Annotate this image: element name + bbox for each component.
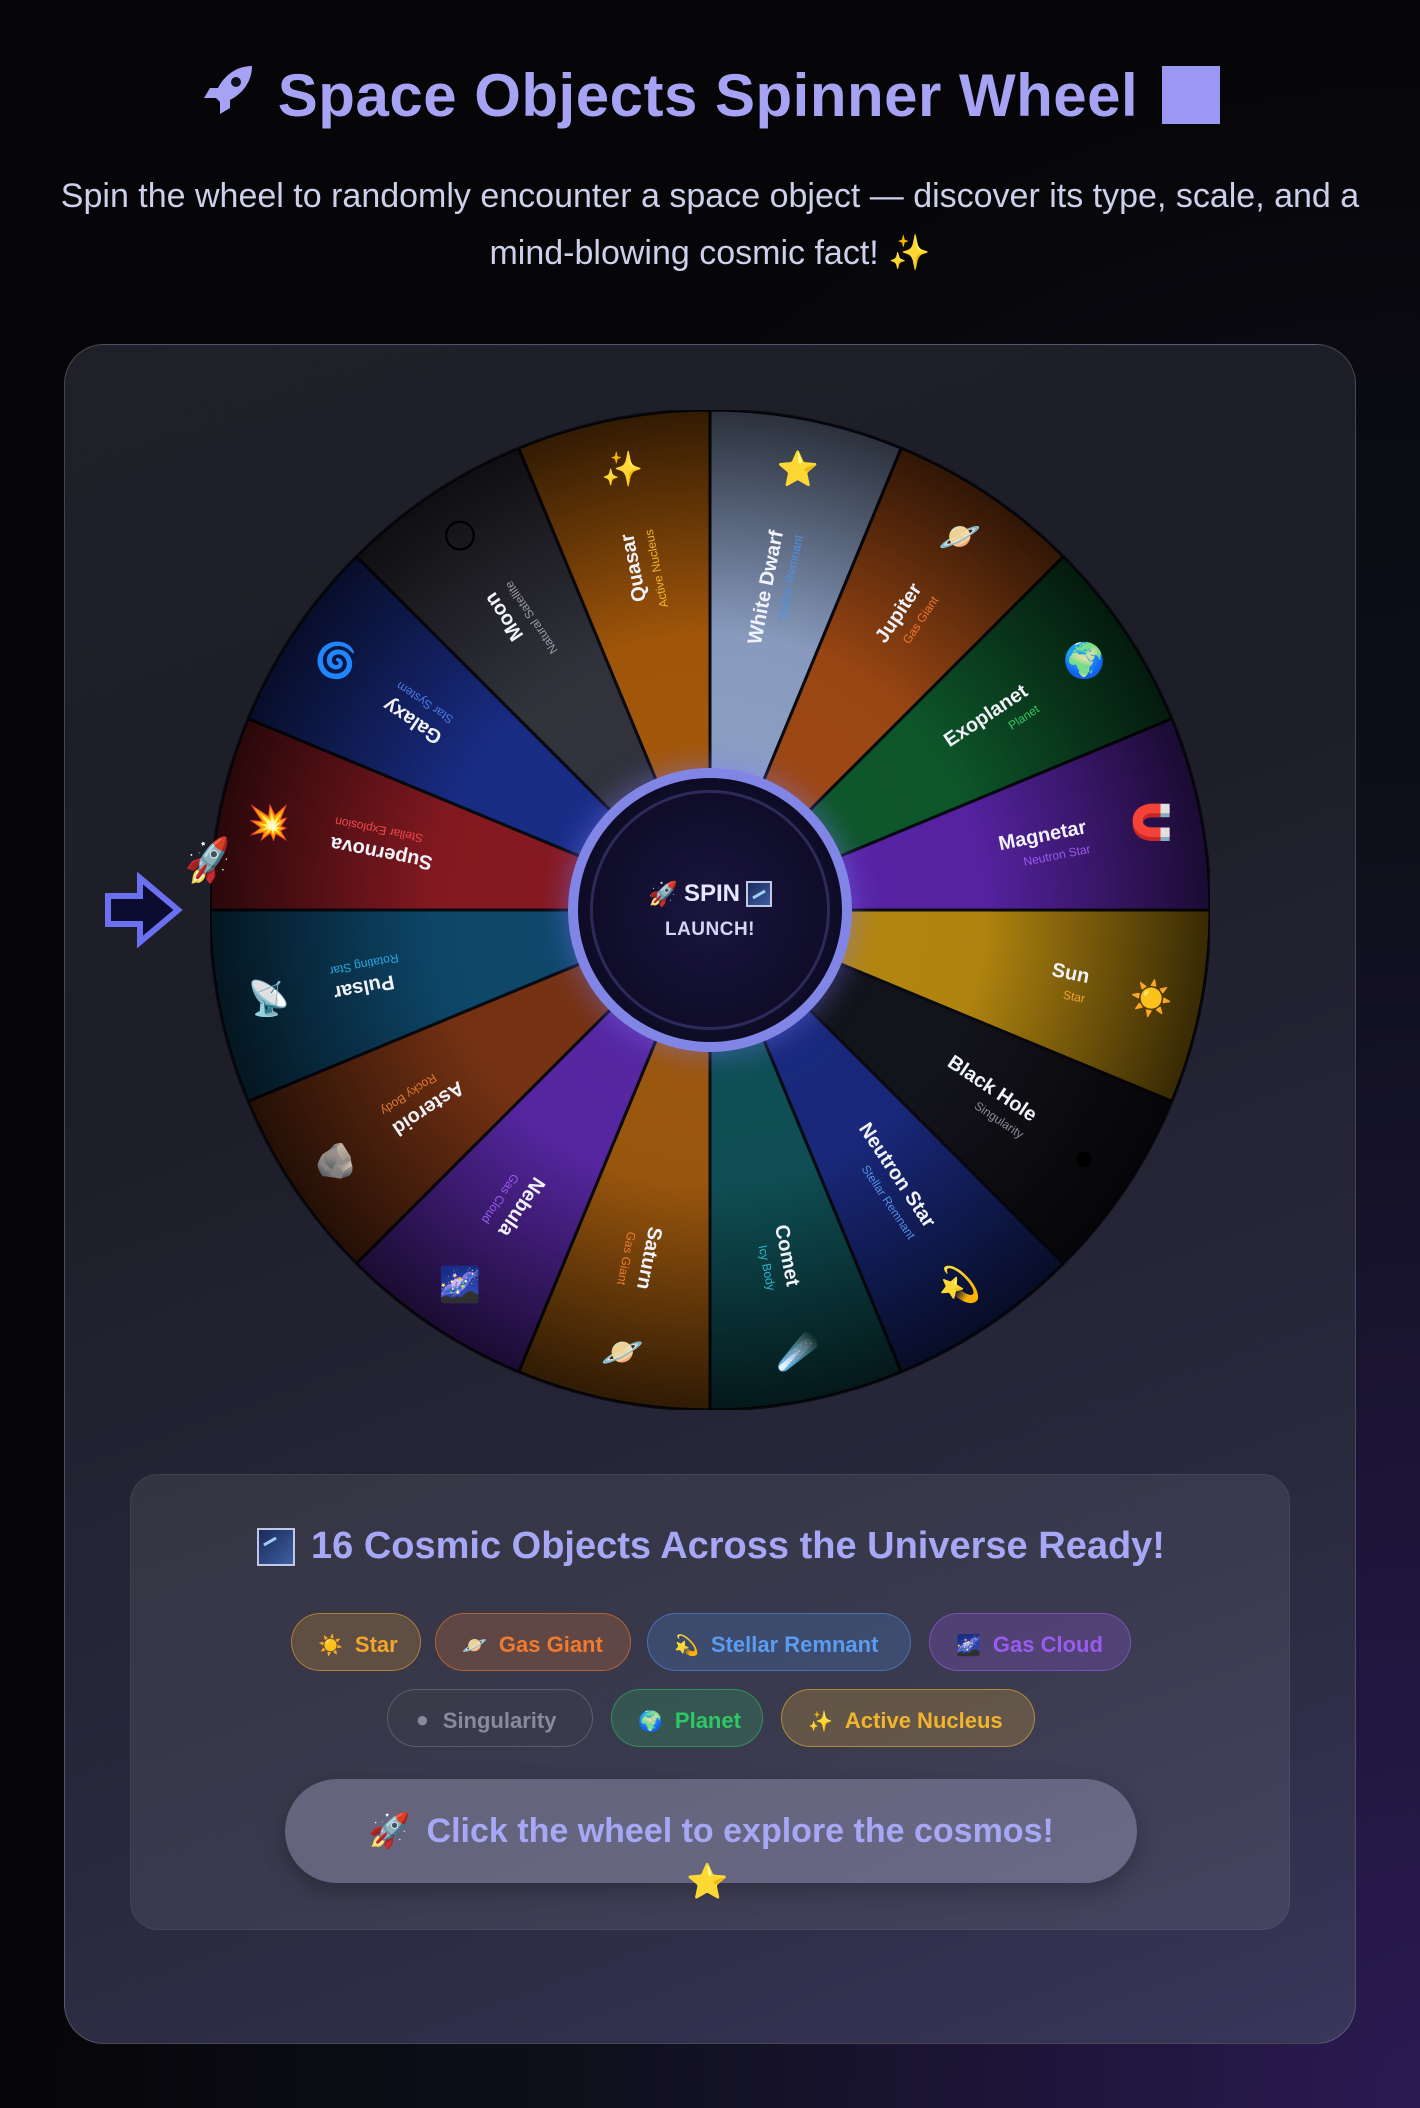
- chip-icon: ☀️: [318, 1635, 343, 1657]
- rocket-icon: 🚀: [648, 880, 678, 908]
- chip-icon: 🌌: [956, 1635, 981, 1657]
- chip-label: Active Nucleus: [844, 1708, 1003, 1733]
- rocket-icon: [200, 58, 260, 132]
- chip-label: Gas Cloud: [992, 1632, 1103, 1657]
- chip-star: ☀️ Star: [291, 1613, 421, 1671]
- page-title-text: Space Objects Spinner Wheel: [277, 61, 1139, 129]
- chip-label: Gas Giant: [498, 1632, 603, 1657]
- segment-icon: 💫: [939, 1265, 981, 1306]
- info-title: 16 Cosmic Objects Across the Universe Re…: [131, 1525, 1291, 1568]
- launch-label: LAUNCH!: [664, 918, 756, 940]
- segment-icon: ✨: [601, 451, 643, 489]
- chip-icon: 🪐: [462, 1635, 487, 1657]
- galaxy-icon: [257, 1527, 296, 1566]
- chip-label: Stellar Remnant: [710, 1632, 879, 1657]
- chip-icon: ⚫: [414, 1711, 431, 1733]
- segment-icon: ⚫: [1070, 1142, 1099, 1180]
- star-icon: ⭐: [686, 1863, 729, 1901]
- segment-icon: 💥: [247, 803, 289, 843]
- segment-icon: 🌀: [315, 640, 357, 680]
- segment-icon: 🌕: [442, 518, 477, 556]
- info-title-text: 16 Cosmic Objects Across the Universe Re…: [311, 1525, 1165, 1567]
- spin-button[interactable]: 🚀 SPIN LAUNCH!: [568, 768, 852, 1052]
- segment-icon: 📡: [247, 977, 289, 1018]
- chip-singularity: ⚫ Singularity: [387, 1689, 593, 1747]
- segment-icon: ☀️: [1130, 978, 1172, 1019]
- segment-icon: 🪐: [601, 1333, 644, 1371]
- pointer-arrow-icon: [105, 872, 183, 948]
- chip-active-nucleus: ✨ Active Nucleus: [781, 1689, 1035, 1747]
- explore-button-label: Click the wheel to explore the cosmos!: [426, 1811, 1054, 1850]
- segment-icon: ⭐: [777, 450, 819, 489]
- spin-text: SPIN: [683, 880, 740, 907]
- segment-icon: ☄️: [777, 1330, 820, 1373]
- chip-label: Planet: [674, 1708, 741, 1733]
- spin-label: 🚀 SPIN: [648, 880, 772, 909]
- hub-ring: [590, 790, 830, 1030]
- square-icon: [1162, 66, 1221, 124]
- segment-icon: 🌌: [439, 1265, 481, 1304]
- chip-planet: 🌍 Planet: [611, 1689, 763, 1747]
- segment-icon: 🌍: [1063, 641, 1105, 680]
- page-subtitle: Spin the wheel to randomly encounter a s…: [60, 177, 1360, 272]
- chip-gas-giant: 🪐 Gas Giant: [435, 1613, 631, 1671]
- segment-icon: 🧲: [1130, 803, 1172, 842]
- pointer-rocket-icon: 🚀: [180, 836, 238, 888]
- galaxy-icon: [745, 881, 772, 907]
- chip-stellar-remnant: 💫 Stellar Remnant: [647, 1613, 911, 1671]
- chip-icon: 💫: [674, 1635, 699, 1657]
- chip-label: Star: [354, 1632, 398, 1657]
- chip-label: Singularity: [442, 1708, 557, 1733]
- segment-icon: 🪨: [315, 1142, 357, 1180]
- page-title: Space Objects Spinner Wheel: [0, 58, 1420, 132]
- chip-icon: 🌍: [638, 1711, 663, 1733]
- segment-icon: 🪐: [939, 518, 982, 556]
- chip-gas-cloud: 🌌 Gas Cloud: [929, 1613, 1131, 1671]
- rocket-icon: 🚀: [368, 1812, 411, 1850]
- chip-icon: ✨: [808, 1711, 833, 1733]
